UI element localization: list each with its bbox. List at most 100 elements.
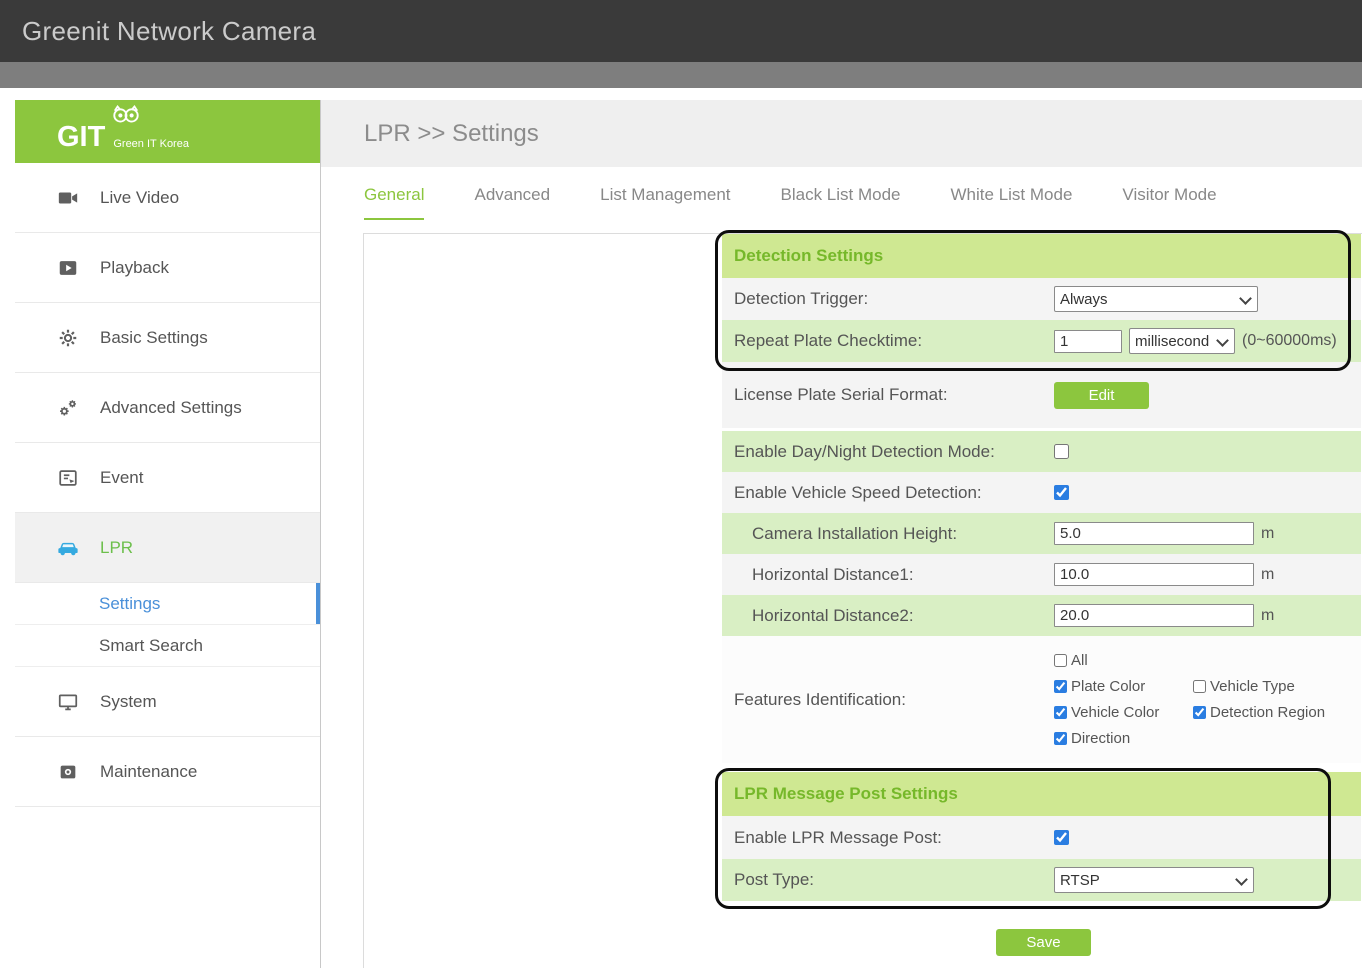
- playback-icon: [57, 257, 79, 279]
- feature-option[interactable]: All: [1054, 652, 1362, 669]
- sub-header-bar: [0, 62, 1362, 88]
- post-type-row: Post Type: RTSP: [722, 859, 1361, 901]
- feature-label: Direction: [1071, 730, 1130, 747]
- license-serial-format-row: License Plate Serial Format: Edit: [722, 362, 1361, 428]
- horizontal-distance1-row: Horizontal Distance1: m: [722, 554, 1361, 595]
- edit-button[interactable]: Edit: [1054, 382, 1149, 409]
- app-title: Greenit Network Camera: [22, 16, 316, 47]
- detection-trigger-label: Detection Trigger:: [722, 289, 1054, 309]
- horizontal-distance2-input[interactable]: [1054, 604, 1254, 627]
- sidebar-item-event[interactable]: Event: [15, 443, 320, 513]
- sidebar-item-lpr[interactable]: LPR: [15, 513, 320, 583]
- feature-checkbox[interactable]: [1193, 706, 1206, 719]
- sidebar-item-label: System: [100, 692, 157, 712]
- feature-checkbox[interactable]: [1193, 680, 1206, 693]
- app-title-bar: Greenit Network Camera: [0, 0, 1362, 62]
- tab-advanced[interactable]: Advanced: [474, 185, 550, 220]
- sidebar-item-live-video[interactable]: Live Video: [15, 163, 320, 233]
- feature-label: Vehicle Color: [1071, 704, 1159, 721]
- feature-label: All: [1071, 652, 1088, 669]
- lpr-message-post-header: LPR Message Post Settings: [722, 772, 1361, 816]
- repeat-checktime-label: Repeat Plate Checktime:: [722, 331, 1054, 351]
- speed-detection-checkbox[interactable]: [1054, 485, 1069, 500]
- camera-height-unit: m: [1261, 525, 1274, 543]
- detection-trigger-select-wrap: Always: [1054, 286, 1258, 312]
- sidebar-item-basic-settings[interactable]: Basic Settings: [15, 303, 320, 373]
- post-type-select[interactable]: RTSP: [1054, 867, 1254, 893]
- sidebar-subitem-label: Smart Search: [99, 636, 203, 656]
- feature-checkbox[interactable]: [1054, 732, 1067, 745]
- checktime-unit-select[interactable]: millisecond: [1129, 328, 1235, 354]
- detection-trigger-select[interactable]: Always: [1054, 286, 1258, 312]
- enable-lpr-post-checkbox[interactable]: [1054, 830, 1069, 845]
- feature-label: Plate Color: [1071, 678, 1145, 695]
- features-identification-label: Features Identification:: [722, 690, 1054, 710]
- tab-bar: General Advanced List Management Black L…: [321, 185, 1362, 220]
- feature-checkbox[interactable]: [1054, 654, 1067, 667]
- feature-option[interactable]: Vehicle Color: [1054, 704, 1193, 721]
- section-title: LPR Message Post Settings: [734, 784, 958, 804]
- sidebar-item-label: Basic Settings: [100, 328, 208, 348]
- speed-detection-label: Enable Vehicle Speed Detection:: [722, 483, 1054, 503]
- gear-icon: [57, 327, 79, 349]
- day-night-mode-row: Enable Day/Night Detection Mode:: [722, 431, 1361, 472]
- enable-lpr-post-row: Enable LPR Message Post:: [722, 816, 1361, 859]
- breadcrumb: LPR >> Settings: [321, 100, 1362, 167]
- tab-general[interactable]: General: [364, 185, 424, 220]
- feature-option[interactable]: Detection Region: [1193, 704, 1362, 721]
- detection-trigger-row: Detection Trigger: Always: [722, 278, 1361, 320]
- horizontal-distance2-unit: m: [1261, 607, 1274, 625]
- feature-option[interactable]: Direction: [1054, 730, 1193, 747]
- camera-height-input[interactable]: [1054, 522, 1254, 545]
- day-night-mode-checkbox[interactable]: [1054, 444, 1069, 459]
- owl-logo-icon: [111, 105, 141, 124]
- camera-box-icon: [57, 761, 79, 783]
- sidebar-item-advanced-settings[interactable]: Advanced Settings: [15, 373, 320, 443]
- feature-option[interactable]: Vehicle Type: [1193, 678, 1362, 695]
- sidebar-subitem-label: Settings: [99, 594, 160, 614]
- camera-height-label: Camera Installation Height:: [722, 524, 1054, 544]
- video-camera-icon: [57, 187, 79, 209]
- camera-height-row: Camera Installation Height: m: [722, 513, 1361, 554]
- checktime-unit-select-wrap: millisecond: [1129, 328, 1235, 354]
- sidebar: GIT Green IT Korea Live Video Playback: [15, 100, 321, 968]
- sidebar-item-system[interactable]: System: [15, 667, 320, 737]
- sidebar-item-maintenance[interactable]: Maintenance: [15, 737, 320, 807]
- feature-checkbox[interactable]: [1054, 680, 1067, 693]
- sidebar-subitem-smart-search[interactable]: Smart Search: [15, 625, 320, 667]
- event-icon: [57, 467, 79, 489]
- checktime-range-hint: (0~60000ms): [1242, 332, 1337, 350]
- sidebar-subitem-settings[interactable]: Settings: [15, 583, 320, 625]
- section-title: Detection Settings: [734, 246, 883, 266]
- feature-checkbox[interactable]: [1054, 706, 1067, 719]
- main-content: LPR >> Settings General Advanced List Ma…: [321, 100, 1362, 968]
- sidebar-item-playback[interactable]: Playback: [15, 233, 320, 303]
- tab-white-list-mode[interactable]: White List Mode: [951, 185, 1073, 220]
- tab-visitor-mode[interactable]: Visitor Mode: [1122, 185, 1216, 220]
- horizontal-distance1-label: Horizontal Distance1:: [722, 565, 1054, 585]
- logo-subtitle: Green IT Korea: [113, 138, 189, 150]
- car-icon: [57, 537, 79, 559]
- sidebar-item-label: Event: [100, 468, 143, 488]
- tab-list-management[interactable]: List Management: [600, 185, 730, 220]
- horizontal-distance2-row: Horizontal Distance2: m: [722, 595, 1361, 636]
- double-gear-icon: [57, 397, 79, 419]
- post-type-select-wrap: RTSP: [1054, 867, 1254, 893]
- repeat-checktime-input[interactable]: [1054, 330, 1122, 353]
- page-title: LPR >> Settings: [364, 120, 539, 148]
- tab-black-list-mode[interactable]: Black List Mode: [781, 185, 901, 220]
- detection-settings-header: Detection Settings: [722, 234, 1361, 278]
- horizontal-distance1-unit: m: [1261, 566, 1274, 584]
- logo-brand: GIT: [57, 123, 105, 152]
- repeat-checktime-row: Repeat Plate Checktime: millisecond (0~6…: [722, 320, 1361, 362]
- logo: GIT Green IT Korea: [15, 100, 320, 163]
- horizontal-distance2-label: Horizontal Distance2:: [722, 606, 1054, 626]
- features-identification-row: Features Identification: All Plate Color V…: [722, 636, 1361, 763]
- save-button[interactable]: Save: [996, 929, 1091, 956]
- save-row: Save: [722, 929, 1361, 956]
- horizontal-distance1-input[interactable]: [1054, 563, 1254, 586]
- license-serial-format-label: License Plate Serial Format:: [722, 385, 1054, 405]
- feature-option[interactable]: Plate Color: [1054, 678, 1193, 695]
- sidebar-item-label: Advanced Settings: [100, 398, 242, 418]
- content-panel: Detection Settings Detection Trigger: Al…: [363, 233, 1362, 968]
